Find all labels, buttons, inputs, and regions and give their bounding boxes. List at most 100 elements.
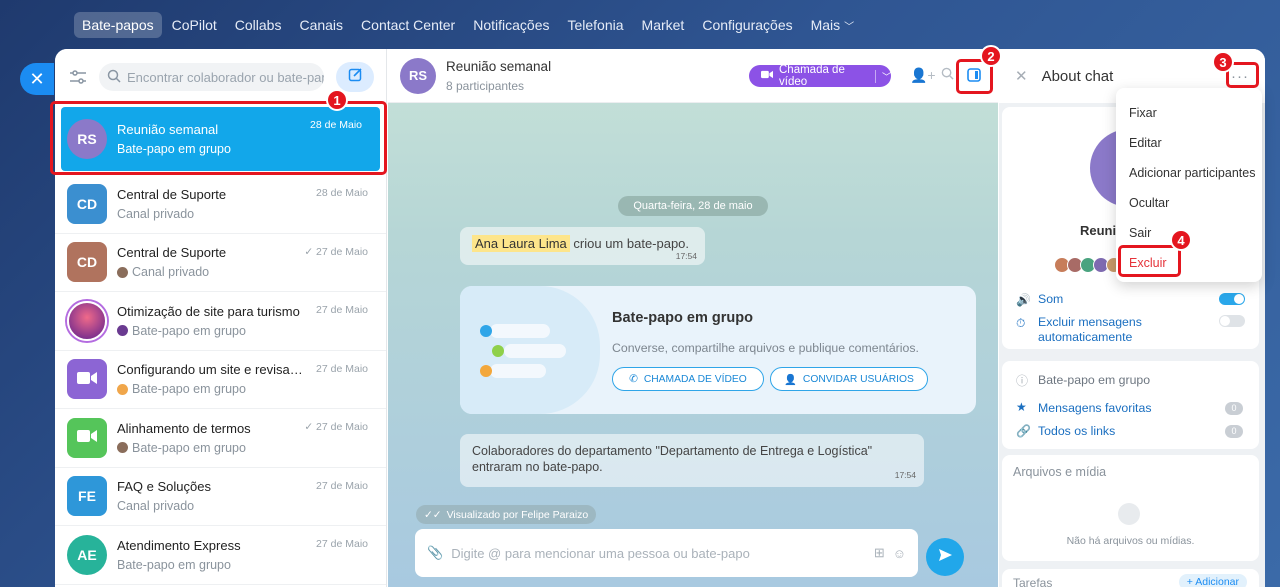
double-check-icon: ✓✓ xyxy=(424,508,442,521)
search-input[interactable]: Encontrar colaborador ou bate-papo xyxy=(99,63,324,91)
avatar: FE xyxy=(67,476,107,517)
chat-item-configurando-site[interactable]: Configurando um site e revisand... Bate-… xyxy=(55,351,386,409)
close-slider-button[interactable]: ✕ xyxy=(20,63,54,95)
search-icon xyxy=(107,69,121,86)
phone-icon: ✆ xyxy=(629,374,638,385)
files-card: Arquivos e mídia Não há arquivos ou mídi… xyxy=(1002,455,1259,561)
nav-contact-center[interactable]: Contact Center xyxy=(353,12,463,38)
video-call-label: Chamada de vídeo xyxy=(779,64,845,88)
chat-header-info: Reunião semanal 8 participantes xyxy=(446,59,551,93)
chat-item-subtitle: Bate-papo em grupo xyxy=(117,557,231,572)
chat-item-alinhamento-termos[interactable]: Alinhamento de termos Bate-papo em grupo… xyxy=(55,409,386,468)
chat-item-otimizacao-site[interactable]: Otimização de site para turismo Bate-pap… xyxy=(55,292,386,351)
menu-item-adicionar-participantes[interactable]: Adicionar participantes xyxy=(1116,158,1262,188)
nav-mais[interactable]: Mais ﹀ xyxy=(803,12,862,38)
nav-market[interactable]: Market xyxy=(634,12,693,38)
chat-details-card: ⓘ Bate-papo em grupo ★ Mensagens favorit… xyxy=(1002,361,1259,449)
files-empty-text: Não há arquivos ou mídias. xyxy=(1066,535,1195,547)
search-icon[interactable] xyxy=(941,67,954,83)
new-chat-button[interactable] xyxy=(336,62,374,92)
add-user-icon[interactable]: 👤+ xyxy=(910,67,936,84)
chat-item-atendimento-express[interactable]: AE Atendimento Express Bate-papo em grup… xyxy=(55,526,386,585)
chat-title[interactable]: Reunião semanal xyxy=(446,59,551,74)
chat-item-date-text: 27 de Maio xyxy=(316,245,368,258)
sound-toggle[interactable] xyxy=(1219,293,1245,305)
nav-canais[interactable]: Canais xyxy=(291,12,351,38)
invite-users-label: CONVIDAR USUÁRIOS xyxy=(802,373,914,385)
nav-bate-papos[interactable]: Bate-papos xyxy=(74,12,162,38)
nav-notificacoes[interactable]: Notificações xyxy=(465,12,557,38)
avatar xyxy=(67,417,107,458)
card-video-call-button[interactable]: ✆ CHAMADA DE VÍDEO xyxy=(612,367,764,391)
all-links-link[interactable]: Todos os links xyxy=(1038,424,1115,438)
links-count: 0 xyxy=(1225,425,1243,438)
attachment-icon[interactable]: 📎 xyxy=(427,545,443,561)
apps-icon[interactable]: ⊞ xyxy=(874,545,885,561)
chat-item-date: 27 de Maio xyxy=(316,479,368,492)
nav-telefonia[interactable]: Telefonia xyxy=(559,12,631,38)
invite-users-button[interactable]: 👤 CONVIDAR USUÁRIOS xyxy=(770,367,928,391)
chat-item-date: ✓ 27 de Maio xyxy=(304,245,368,258)
message-mention[interactable]: Ana Laura Lima xyxy=(472,235,570,252)
chevron-down-icon: ﹀ xyxy=(844,22,855,33)
filter-icon[interactable] xyxy=(67,66,89,88)
menu-item-ocultar[interactable]: Ocultar xyxy=(1116,188,1262,218)
nav-configuracoes[interactable]: Configurações xyxy=(694,12,800,38)
search-placeholder: Encontrar colaborador ou bate-papo xyxy=(127,69,324,85)
chat-item-date: 27 de Maio xyxy=(316,538,368,550)
group-chat-intro-card: Bate-papo em grupo Converse, compartilhe… xyxy=(460,286,976,414)
video-call-button[interactable]: Chamada de vídeo ﹀ xyxy=(749,64,891,88)
about-chat-title: About chat xyxy=(1041,67,1114,85)
participant-avatars[interactable] xyxy=(1054,257,1122,273)
illustration-dot xyxy=(492,345,504,357)
seen-text: Visualizado por Felipe Paraizo xyxy=(446,508,589,521)
top-navigation: Bate-papos CoPilot Collabs Canais Contac… xyxy=(74,11,862,39)
date-separator: Quarta-feira, 28 de maio xyxy=(618,196,768,216)
favorite-messages-link[interactable]: Mensagens favoritas xyxy=(1038,401,1151,415)
video-camera-icon xyxy=(77,429,97,446)
toggle-knob xyxy=(1234,294,1244,304)
illustration-dot xyxy=(480,325,492,337)
add-task-button[interactable]: + Adicionar xyxy=(1178,574,1247,587)
seen-indicator: ✓✓ Visualizado por Felipe Paraizo xyxy=(416,505,597,524)
annotation-number-4: 4 xyxy=(1170,229,1192,251)
chat-item-faq-solucoes[interactable]: FE FAQ e Soluções Canal privado 27 de Ma… xyxy=(55,468,386,526)
chat-item-sub: Bate-papo em grupo xyxy=(117,382,374,396)
send-button[interactable] xyxy=(926,538,964,576)
avatar xyxy=(67,300,107,341)
chat-item-sub: Bate-papo em grupo xyxy=(117,558,374,572)
illustration-bar xyxy=(490,324,550,338)
chat-participants[interactable]: 8 participantes xyxy=(446,79,551,93)
chat-item-date: 27 de Maio xyxy=(316,304,368,316)
nav-copilot[interactable]: CoPilot xyxy=(164,12,225,38)
close-icon: ✕ xyxy=(29,68,45,89)
chat-item-central-suporte-1[interactable]: CD Central de Suporte Canal privado 28 d… xyxy=(55,175,386,234)
chat-avatar[interactable]: RS xyxy=(400,57,436,94)
annotation-box-1 xyxy=(50,101,387,175)
menu-item-fixar[interactable]: Fixar xyxy=(1116,98,1262,128)
author-mini-avatar xyxy=(117,325,128,337)
annotation-number-3: 3 xyxy=(1212,51,1234,73)
chat-item-date-text: 27 de Maio xyxy=(316,421,368,433)
chat-item-central-suporte-2[interactable]: CD Central de Suporte Canal privado ✓ 27… xyxy=(55,234,386,292)
message-text: criou um bate-papo. xyxy=(573,236,690,251)
chat-item-sub: Canal privado xyxy=(117,207,374,221)
close-icon[interactable]: ✕ xyxy=(1015,67,1028,85)
message-input[interactable]: 📎 Digite @ para mencionar uma pessoa ou … xyxy=(415,529,918,577)
message-text: Colaboradores do departamento "Departame… xyxy=(472,444,873,474)
avatar xyxy=(67,359,107,400)
autodelete-toggle[interactable] xyxy=(1219,315,1245,327)
card-description: Converse, compartilhe arquivos e publiqu… xyxy=(612,341,919,355)
avatar: CD xyxy=(67,183,107,224)
message-time: 17:54 xyxy=(894,470,916,480)
chevron-down-icon[interactable]: ﹀ xyxy=(874,69,891,83)
illustration-dot xyxy=(480,365,492,377)
chat-list: RS Reunião semanal Bate-papo em grupo 28… xyxy=(55,107,386,585)
favorite-count: 0 xyxy=(1225,402,1243,415)
annotation-box-4 xyxy=(1118,245,1181,277)
menu-item-editar[interactable]: Editar xyxy=(1116,128,1262,158)
smile-icon[interactable]: ☺ xyxy=(893,546,906,561)
add-user-icon: 👤 xyxy=(784,374,797,386)
nav-collabs[interactable]: Collabs xyxy=(227,12,290,38)
illustration-bar xyxy=(504,344,566,358)
